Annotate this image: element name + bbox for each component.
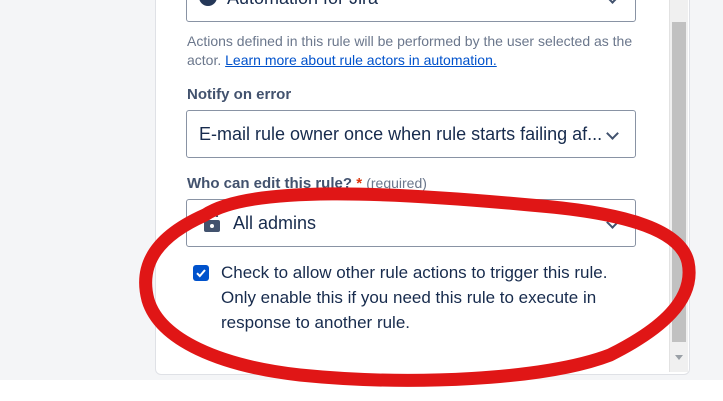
who-can-edit-select[interactable]: All admins — [186, 199, 636, 247]
page-bottom-strip — [0, 380, 723, 401]
allow-trigger-checkbox[interactable] — [193, 265, 209, 281]
chevron-down-icon — [606, 0, 619, 4]
allow-trigger-label: Check to allow other rule actions to tri… — [221, 263, 608, 332]
required-marker: * — [356, 175, 363, 192]
scrollbar-thumb[interactable] — [672, 22, 686, 342]
lock-icon — [203, 210, 221, 238]
actor-select[interactable]: A Automation for Jira — [186, 0, 636, 22]
checkmark-icon — [196, 269, 206, 278]
actor-helper-text: Actions defined in this rule will be per… — [187, 32, 637, 70]
notify-on-error-select[interactable]: E-mail rule owner once when rule starts … — [186, 110, 636, 158]
chevron-down-icon — [606, 216, 619, 229]
scroll-down-arrow-icon[interactable] — [675, 355, 683, 360]
actor-avatar: A — [199, 0, 217, 6]
notify-on-error-label: Notify on error — [187, 86, 292, 103]
actor-select-value: Automation for Jira — [227, 0, 378, 21]
panel-scrollbar[interactable] — [669, 0, 688, 372]
who-can-edit-label: Who can edit this rule? * (required) — [187, 175, 427, 192]
notify-on-error-value: E-mail rule owner once when rule starts … — [199, 124, 603, 144]
rule-actors-help-link[interactable]: Learn more about rule actors in automati… — [225, 52, 497, 68]
who-can-edit-label-text: Who can edit this rule? — [187, 175, 353, 192]
required-text: (required) — [366, 175, 427, 191]
who-can-edit-value: All admins — [233, 213, 317, 233]
chevron-down-icon — [606, 127, 619, 140]
